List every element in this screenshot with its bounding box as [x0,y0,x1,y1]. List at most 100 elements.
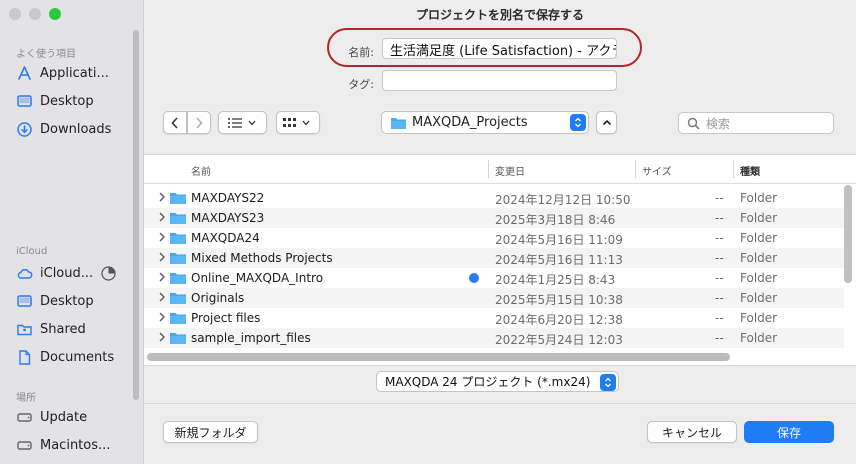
save-label: 保存 [776,425,801,440]
sidebar-item-update[interactable]: Update [16,409,87,426]
column-header-date[interactable]: 変更日 [495,163,525,178]
save-button[interactable]: 保存 [744,421,834,443]
location-popup[interactable]: MAXQDA_Projects [381,111,589,134]
disclosure-chevron-icon[interactable] [159,252,165,262]
close-window-button[interactable] [9,8,21,20]
column-header-kind[interactable]: 種類 [740,163,760,178]
tags-label: タグ: [348,78,374,91]
folder-icon [391,117,406,129]
sidebar-item-macintosh-hd[interactable]: Macintos... [16,437,110,454]
file-name: Project files [191,311,261,325]
list-view-icon [227,117,255,128]
disk-icon [17,413,32,422]
column-header-size[interactable]: サイズ [642,163,672,178]
column-divider[interactable] [488,160,489,178]
window-controls [9,8,61,20]
file-kind: Folder [740,191,778,205]
file-row[interactable]: Originals 2025年5月15日 10:38 -- Folder [144,288,844,308]
sidebar-scrollbar[interactable] [133,30,139,400]
document-icon [19,350,31,365]
file-row[interactable]: MAXDAYS22 2024年12月12日 10:50 -- Folder [144,188,844,208]
column-divider[interactable] [635,160,636,178]
view-mode-list-button[interactable] [218,111,267,134]
file-date: 2024年6月20日 12:38 [495,313,623,327]
disclosure-chevron-icon[interactable] [159,232,165,242]
file-row[interactable]: Mixed Methods Projects 2024年5月16日 11:13 … [144,248,844,268]
new-folder-button[interactable]: 新規フォルダ [163,421,258,443]
maximize-window-button[interactable] [49,8,61,20]
file-name-input[interactable]: 生活満足度 (Life Satisfaction) - アクラ [382,38,617,59]
disclosure-chevron-icon[interactable] [159,332,165,342]
file-date: 2022年5月24日 12:03 [495,333,623,347]
search-icon [687,117,700,130]
sidebar-item-label: Macintos... [40,438,111,453]
file-name: MAXQDA24 [191,231,260,245]
sidebar-item-label: Downloads [40,122,112,137]
disclosure-chevron-icon[interactable] [159,312,165,322]
vertical-scrollbar[interactable] [844,185,852,283]
folder-icon [170,213,186,224]
search-field[interactable]: 検索 [678,112,834,134]
new-folder-label: 新規フォルダ [174,425,247,440]
file-row[interactable]: sample_import_files 2022年5月24日 12:03 -- … [144,328,844,348]
file-date: 2024年1月25日 8:43 [495,273,616,287]
sidebar-item-documents[interactable]: Documents [16,349,114,366]
sidebar-item-shared[interactable]: Shared [16,321,86,338]
file-size: -- [715,191,724,205]
folder-icon [170,313,186,324]
file-size: -- [715,331,724,345]
file-format-stepper [600,374,616,391]
file-date: 2025年3月18日 8:46 [495,213,616,227]
sidebar-item-icloud-drive[interactable]: iCloud... [16,265,117,282]
file-row[interactable]: MAXQDA24 2024年5月16日 11:09 -- Folder [144,228,844,248]
back-button[interactable] [163,111,187,134]
desktop-icon [17,95,32,107]
view-mode-grid-button[interactable] [276,111,320,134]
file-kind: Folder [740,231,778,245]
minimize-window-button[interactable] [29,8,41,20]
sidebar-item-downloads[interactable]: Downloads [16,121,111,138]
disclosure-chevron-icon[interactable] [159,272,165,282]
applications-icon [18,66,31,80]
tags-input[interactable] [382,70,617,91]
sidebar-item-label: Update [40,410,88,425]
disclosure-chevron-icon[interactable] [159,212,165,222]
file-size: -- [715,291,724,305]
file-kind: Folder [740,331,778,345]
file-size: -- [715,271,724,285]
disclosure-chevron-icon[interactable] [159,192,165,202]
collapse-dialog-button[interactable] [596,111,617,134]
icloud-header: iCloud [16,246,48,257]
file-row[interactable]: Online_MAXQDA_Intro 2024年1月25日 8:43 -- F… [144,268,844,288]
cancel-label: キャンセル [661,425,722,440]
sidebar-item-icloud-desktop[interactable]: Desktop [16,293,94,310]
file-format-popup[interactable]: MAXQDA 24 プロジェクト (*.mx24) [376,371,619,392]
sidebar-item-applications[interactable]: Applicati... [16,65,109,82]
forward-button[interactable] [187,111,211,134]
file-kind: Folder [740,251,778,265]
icloud-icon [17,268,33,279]
column-header-name[interactable]: 名前 [191,163,211,178]
save-dialog: プロジェクトを別名で保存する 名前: 生活満足度 (Life Satisfact… [144,0,856,464]
favorites-header: よく使う項目 [16,49,76,60]
name-label: 名前: [348,46,374,59]
dialog-title: プロジェクトを別名で保存する [415,8,584,22]
sidebar-item-label: iCloud... [40,266,94,281]
file-row[interactable]: MAXDAYS23 2025年3月18日 8:46 -- Folder [144,208,844,228]
file-row[interactable]: Project files 2024年6月20日 12:38 -- Folder [144,308,844,328]
sidebar-item-label: Shared [40,322,86,337]
column-divider[interactable] [733,160,734,178]
search-placeholder: 検索 [706,116,731,131]
sidebar-item-desktop[interactable]: Desktop [16,93,94,110]
file-date: 2025年5月15日 10:38 [495,293,623,307]
chevron-left-icon [171,116,178,129]
cancel-button[interactable]: キャンセル [647,421,737,443]
file-kind: Folder [740,271,778,285]
up-down-chevron-icon [575,117,581,128]
chevron-up-icon [602,119,611,126]
chevron-right-icon [196,116,203,129]
disclosure-chevron-icon[interactable] [159,292,165,302]
file-format-label: MAXQDA 24 プロジェクト (*.mx24) [385,375,591,389]
horizontal-scrollbar[interactable] [147,353,730,361]
file-kind: Folder [740,291,778,305]
